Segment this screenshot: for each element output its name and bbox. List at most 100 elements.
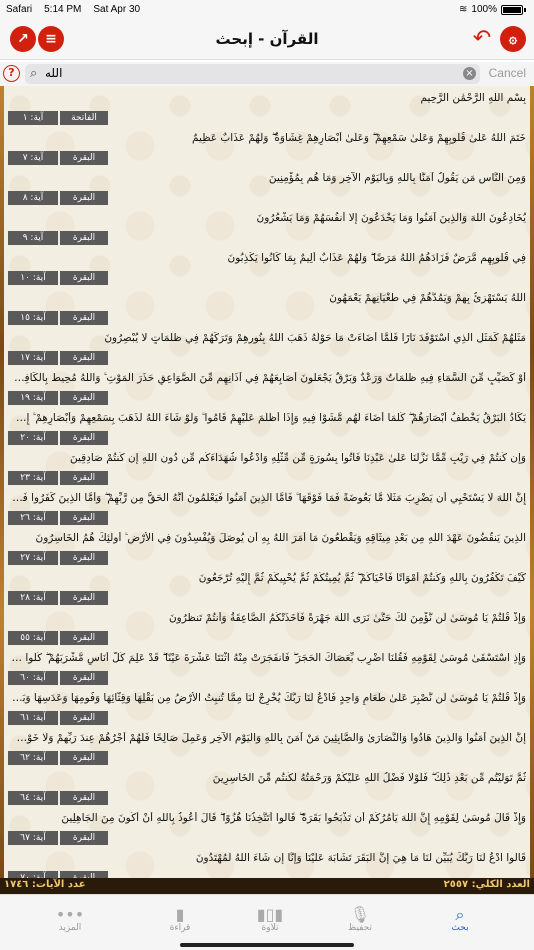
wifi-icon: ≋ (459, 4, 468, 15)
tab-search[interactable]: ⌕ بحث (420, 905, 500, 933)
surah-name: البقرة (60, 511, 108, 525)
result-row[interactable]: كَيْفَ تَكْفُرُونَ بِاللَّهِ وَكُنتُمْ أ… (0, 566, 534, 606)
result-row[interactable]: يُخَادِعُونَ اللَّهَ وَالَّذِينَ آمَنُوا… (0, 206, 534, 246)
ayah-number: آية: ١٠ (8, 271, 58, 285)
back-to-app[interactable]: Safari (6, 4, 32, 15)
verse-text: اللَّهُ يَسْتَهْزِئُ بِهِمْ وَيَمُدُّهُم… (329, 292, 526, 304)
ayah-number: آية: ٧٠ (8, 871, 58, 878)
verse-text: أَوْ كَصَيِّبٍ مِّنَ السَّمَاءِ فِيهِ ظُ… (10, 372, 526, 384)
tab-read[interactable]: ▮ قراءة (140, 905, 220, 933)
tab-memorize[interactable]: 🎙 تحفيظ (320, 905, 400, 933)
verse-reference: آية: ١٠ البقرة (8, 271, 108, 285)
verse-reference: آية: ١٧ البقرة (8, 351, 108, 365)
ayah-number: آية: ٢٧ (8, 551, 58, 565)
result-row[interactable]: فِي قُلُوبِهِم مَّرَضٌ فَزَادَهُمُ اللَّ… (0, 246, 534, 286)
result-row[interactable]: وَإِذْ قَالَ مُوسَىٰ لِقَوْمِهِ إِنَّ ال… (0, 806, 534, 846)
status-bar: Safari 5:14 PM Sat Apr 30 ≋ 100% (0, 0, 534, 20)
tab-more[interactable]: ••• المزيد (30, 905, 110, 933)
battery-icon (501, 4, 523, 15)
verse-reference: آية: ٦٧ البقرة (8, 831, 108, 845)
result-row[interactable]: بِسْمِ اللَّهِ الرَّحْمَٰنِ الرَّحِيمِ آي… (0, 86, 534, 126)
ayah-number: آية: ٧ (8, 151, 58, 165)
microphone-icon: 🎙 (349, 905, 371, 924)
cancel-button[interactable]: Cancel (489, 66, 526, 80)
help-icon[interactable]: ? (3, 65, 20, 82)
result-row[interactable]: وَإِذْ قُلْتُمْ يَا مُوسَىٰ لَن نُّؤْمِن… (0, 606, 534, 646)
ayah-number: آية: ١٧ (8, 351, 58, 365)
result-row[interactable]: وَإِذِ اسْتَسْقَىٰ مُوسَىٰ لِقَوْمِهِ فَ… (0, 646, 534, 686)
result-row[interactable]: يَكَادُ الْبَرْقُ يَخْطَفُ أَبْصَارَهُمْ… (0, 406, 534, 446)
verse-text: إِنَّ الَّذِينَ آمَنُوا وَالَّذِينَ هَاد… (10, 732, 526, 744)
surah-name: البقرة (60, 311, 108, 325)
book-icon: ▮ (175, 905, 185, 924)
result-row[interactable]: قَالُوا ادْعُ لَنَا رَبَّكَ يُبَيِّن لَّ… (0, 846, 534, 878)
tab-label: تحفيظ (347, 923, 373, 933)
result-row[interactable]: إِنَّ اللَّهَ لَا يَسْتَحْيِي أَن يَضْرِ… (0, 486, 534, 526)
ayah-number: آية: ٦٠ (8, 671, 58, 685)
verse-reference: آية: ٩ البقرة (8, 231, 108, 245)
result-row[interactable]: مَثَلُهُمْ كَمَثَلِ الَّذِي اسْتَوْقَدَ … (0, 326, 534, 366)
verse-text: فِي قُلُوبِهِم مَّرَضٌ فَزَادَهُمُ اللَّ… (227, 252, 526, 264)
curved-arrow-icon[interactable]: ↶ (472, 26, 492, 52)
surah-name: البقرة (60, 711, 108, 725)
search-input[interactable] (45, 66, 465, 80)
ayah-number: آية: ٢٦ (8, 511, 58, 525)
navigation-bar: ↗ ≡ القرآن - إبحث ↶ ۞ (0, 20, 534, 60)
verse-reference: آية: ٦٤ البقرة (8, 791, 108, 805)
search-icon: ⌕ (455, 905, 465, 924)
verse-text: بِسْمِ اللَّهِ الرَّحْمَٰنِ الرَّحِيمِ (420, 92, 526, 104)
result-row[interactable]: وَمِنَ النَّاسِ مَن يَقُولُ آمَنَّا بِال… (0, 166, 534, 206)
verse-text: إِنَّ اللَّهَ لَا يَسْتَحْيِي أَن يَضْرِ… (10, 492, 526, 504)
verse-reference: آية: ٦٢ البقرة (8, 751, 108, 765)
tab-label: بحث (451, 923, 469, 933)
verse-text: ثُمَّ تَوَلَّيْتُم مِّن بَعْدِ ذَٰلِكَ ۖ… (212, 772, 526, 784)
battery-percent: 100% (471, 4, 497, 15)
verse-reference: آية: ٢٦ البقرة (8, 511, 108, 525)
verse-text: وَإِذْ قُلْتُمْ يَا مُوسَىٰ لَن نُّؤْمِن… (168, 612, 526, 624)
verse-reference: آية: ٦١ البقرة (8, 711, 108, 725)
clear-icon[interactable]: × (463, 67, 476, 80)
app-logo-icon[interactable]: ۞ (500, 26, 526, 52)
result-row[interactable]: وَإِذْ قُلْتُمْ يَا مُوسَىٰ لَن نَّصْبِر… (0, 686, 534, 726)
tab-label: قراءة (169, 923, 191, 933)
status-date: Sat Apr 30 (93, 4, 141, 15)
result-row[interactable]: اللَّهُ يَسْتَهْزِئُ بِهِمْ وَيَمُدُّهُم… (0, 286, 534, 326)
ayah-number: آية: ١٥ (8, 311, 58, 325)
result-row[interactable]: ثُمَّ تَوَلَّيْتُم مِّن بَعْدِ ذَٰلِكَ ۖ… (0, 766, 534, 806)
result-row[interactable]: خَتَمَ اللَّهُ عَلَىٰ قُلُوبِهِمْ وَعَلَ… (0, 126, 534, 166)
ayah-number: آية: ٨ (8, 191, 58, 205)
ayah-number: آية: ٦١ (8, 711, 58, 725)
surah-name: البقرة (60, 431, 108, 445)
result-row[interactable]: وَإِن كُنتُمْ فِي رَيْبٍ مِّمَّا نَزَّلْ… (0, 446, 534, 486)
result-row[interactable]: الَّذِينَ يَنقُضُونَ عَهْدَ اللَّهِ مِن … (0, 526, 534, 566)
surah-name: البقرة (60, 271, 108, 285)
more-icon: ••• (55, 905, 85, 924)
verse-reference: آية: ٢٠ البقرة (8, 431, 108, 445)
tab-bar: ••• المزيد ▮ قراءة ▮▯▮ تلاوة 🎙 تحفيظ ⌕ ب… (0, 894, 534, 950)
verse-reference: آية: ٧ البقرة (8, 151, 108, 165)
surah-name: البقرة (60, 231, 108, 245)
verse-reference: آية: ٧٠ البقرة (8, 871, 108, 878)
result-row[interactable]: أَوْ كَصَيِّبٍ مِّنَ السَّمَاءِ فِيهِ ظُ… (0, 366, 534, 406)
surah-name: البقرة (60, 191, 108, 205)
verse-reference: آية: ١ الفاتحة (8, 111, 108, 125)
surah-name: البقرة (60, 591, 108, 605)
results-list[interactable]: بِسْمِ اللَّهِ الرَّحْمَٰنِ الرَّحِيمِ آي… (0, 86, 534, 878)
surah-name: البقرة (60, 151, 108, 165)
ayat-count: عدد الآيات: ١٧٤٦ (4, 879, 86, 890)
surah-name: البقرة (60, 791, 108, 805)
tab-recite[interactable]: ▮▯▮ تلاوة (230, 905, 310, 933)
verse-text: يَكَادُ الْبَرْقُ يَخْطَفُ أَبْصَارَهُمْ… (10, 412, 526, 424)
search-box[interactable]: ⌕ × (25, 64, 480, 84)
verse-text: وَإِذْ قَالَ مُوسَىٰ لِقَوْمِهِ إِنَّ ال… (61, 812, 526, 824)
surah-name: البقرة (60, 671, 108, 685)
result-row[interactable]: إِنَّ الَّذِينَ آمَنُوا وَالَّذِينَ هَاد… (0, 726, 534, 766)
surah-name: البقرة (60, 871, 108, 878)
verse-reference: آية: ١٥ البقرة (8, 311, 108, 325)
ayah-number: آية: ٦٤ (8, 791, 58, 805)
tab-label: تلاوة (261, 923, 279, 933)
verse-text: كَيْفَ تَكْفُرُونَ بِاللَّهِ وَكُنتُمْ أ… (198, 572, 526, 584)
search-row: ? ⌕ × Cancel (0, 62, 534, 86)
verse-reference: آية: ٨ البقرة (8, 191, 108, 205)
home-indicator[interactable] (180, 943, 354, 947)
